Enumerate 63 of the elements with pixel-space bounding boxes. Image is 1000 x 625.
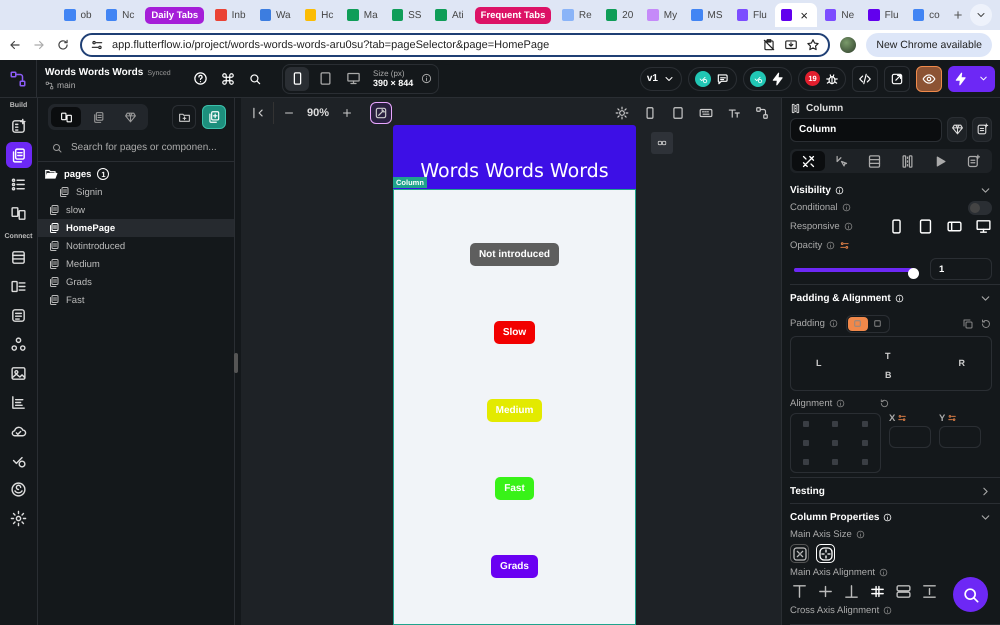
browser-tab[interactable]: SS bbox=[386, 3, 428, 27]
branch-name: main bbox=[57, 80, 76, 90]
browser-tab[interactable]: Ati bbox=[429, 3, 470, 27]
browser-tab[interactable]: Inb bbox=[209, 3, 252, 27]
page-item[interactable]: Medium bbox=[38, 255, 234, 273]
page-item[interactable]: Fast bbox=[38, 291, 234, 309]
field-label: X bbox=[889, 413, 896, 424]
field-label: Cross Axis Alignment bbox=[790, 605, 880, 616]
padding-left[interactable]: L bbox=[816, 358, 822, 368]
browser-tab[interactable]: Hc bbox=[298, 3, 340, 27]
section-title: Visibility bbox=[790, 184, 831, 196]
page-item[interactable]: HomePage bbox=[38, 219, 234, 237]
field-label: Alignment bbox=[790, 398, 832, 409]
size-label: Size (px) bbox=[373, 69, 406, 78]
browser-tab[interactable]: Ma bbox=[341, 3, 384, 27]
field-label: Main Axis Alignment bbox=[790, 567, 876, 578]
padding-right[interactable]: R bbox=[958, 358, 965, 368]
tab-group-label[interactable]: Frequent Tabs bbox=[474, 6, 552, 24]
section-title: Testing bbox=[790, 486, 825, 496]
app-button[interactable]: Slow bbox=[494, 321, 536, 344]
browser-tab[interactable]: co bbox=[906, 3, 946, 27]
update-button[interactable]: New Chrome available bbox=[866, 33, 992, 57]
project-name: Words Words Words bbox=[45, 67, 144, 78]
padding-editor[interactable]: T L R B bbox=[790, 336, 992, 391]
browser-tab[interactable]: My bbox=[641, 3, 684, 27]
address-bar[interactable]: app.flutterflow.io/project/words-words-words-aru0su?tab=pageSelector&page=HomePage bbox=[80, 33, 830, 57]
field-label: Padding bbox=[790, 318, 825, 329]
padding-bottom[interactable]: B bbox=[885, 370, 892, 380]
page-item[interactable]: Notintroduced bbox=[38, 237, 234, 255]
browser-tab[interactable]: MS bbox=[685, 3, 729, 27]
browser-tab[interactable]: Flu bbox=[862, 3, 905, 27]
browser-tab[interactable]: Wa bbox=[254, 3, 297, 27]
browser-tab[interactable]: Re bbox=[556, 3, 598, 27]
widget-type: Column bbox=[806, 103, 844, 114]
page-item[interactable]: Grads bbox=[38, 273, 234, 291]
version-button[interactable]: v1 bbox=[640, 66, 682, 90]
browser-tab[interactable]: ob bbox=[58, 3, 98, 27]
browser-tab[interactable]: Ne bbox=[818, 3, 860, 27]
page-item[interactable]: Signin bbox=[38, 183, 234, 201]
column-widget[interactable]: Not introduced Slow Medium Fast Grads bbox=[393, 189, 636, 625]
close-tab-button[interactable]: × bbox=[797, 8, 811, 22]
padding-top[interactable]: T bbox=[885, 351, 890, 361]
field-label: Y bbox=[939, 413, 946, 424]
field-label: Main Axis Size bbox=[790, 529, 852, 540]
field-label: Responsive bbox=[790, 221, 840, 232]
new-tab-button[interactable]: + bbox=[948, 6, 968, 24]
size-value: 390 × 844 bbox=[373, 78, 414, 88]
field-label: Opacity bbox=[790, 240, 822, 251]
zoom-level: 90% bbox=[306, 107, 330, 119]
browser-tab[interactable]: Flu bbox=[730, 3, 773, 27]
search-field[interactable]: Search for pages or componen... bbox=[71, 140, 221, 155]
section-title: Column Properties bbox=[790, 512, 880, 522]
field-label: Conditional bbox=[790, 202, 838, 213]
page-item[interactable]: slow bbox=[38, 201, 234, 219]
browser-tab[interactable]: 20 bbox=[600, 3, 640, 27]
browser-tab[interactable]: × bbox=[774, 3, 817, 27]
section-title: Padding & Alignment bbox=[790, 292, 891, 304]
app-button[interactable]: Not introduced bbox=[470, 243, 560, 266]
name-field[interactable]: Column bbox=[790, 118, 942, 142]
opacity-field[interactable]: 1 bbox=[930, 258, 992, 280]
tab-group-label[interactable]: Daily Tabs bbox=[145, 6, 204, 24]
app-button[interactable]: Grads bbox=[491, 555, 538, 578]
browser-tab[interactable]: Nc bbox=[100, 3, 140, 27]
